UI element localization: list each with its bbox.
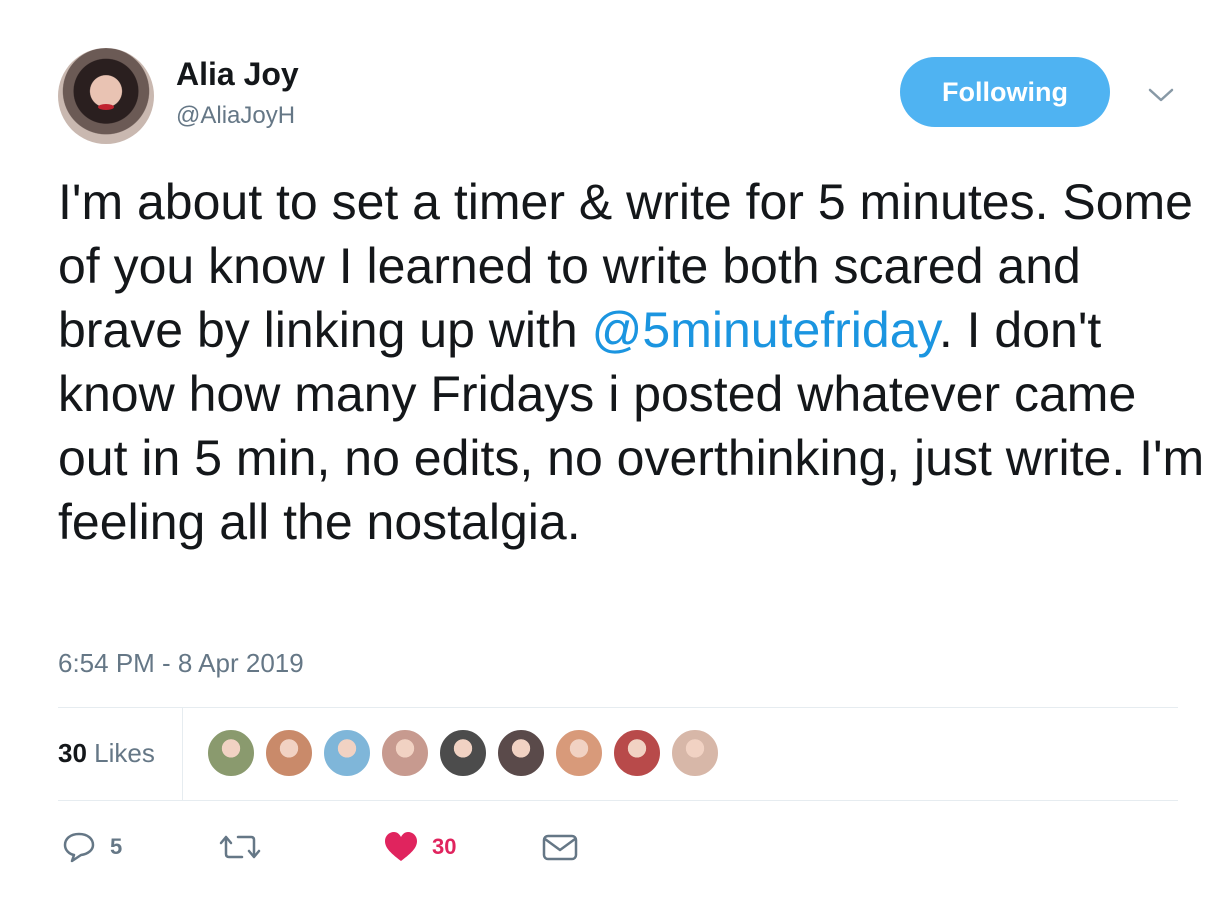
chevron-down-icon[interactable] [1148,86,1174,104]
mention-link[interactable]: @5minutefriday [592,302,939,358]
likes-summary[interactable]: 30 Likes [58,738,155,769]
tweet-text: I'm about to set a timer & write for 5 m… [58,170,1208,554]
liker-avatar-8[interactable] [612,728,662,778]
divider-top [58,707,1178,708]
like-button[interactable]: 30 [384,830,456,864]
tweet-timestamp[interactable]: 6:54 PM - 8 Apr 2019 [58,648,304,679]
retweet-button[interactable] [218,830,262,864]
liker-avatar-6[interactable] [496,728,546,778]
envelope-icon [542,834,578,861]
divider-bottom [58,800,1178,801]
heart-icon [385,832,417,861]
like-count: 30 [432,834,457,859]
likes-count: 30 [58,738,87,768]
reply-icon [63,832,95,863]
reply-button[interactable]: 5 [62,830,122,864]
retweet-icon [219,835,261,859]
following-button[interactable]: Following [900,57,1110,127]
liker-avatar-5[interactable] [438,728,488,778]
liker-avatar-4[interactable] [380,728,430,778]
author-avatar[interactable] [58,48,154,144]
divider-vertical [182,708,183,800]
direct-message-button[interactable] [542,830,578,864]
liker-avatar-9[interactable] [670,728,720,778]
liker-avatar-3[interactable] [322,728,372,778]
author-handle[interactable]: @AliaJoyH [176,102,295,130]
liker-avatar-2[interactable] [264,728,314,778]
author-display-name[interactable]: Alia Joy [176,56,299,93]
liker-avatar-7[interactable] [554,728,604,778]
reply-count: 5 [110,834,123,859]
liker-avatar-1[interactable] [206,728,256,778]
likes-label: Likes [94,738,155,768]
